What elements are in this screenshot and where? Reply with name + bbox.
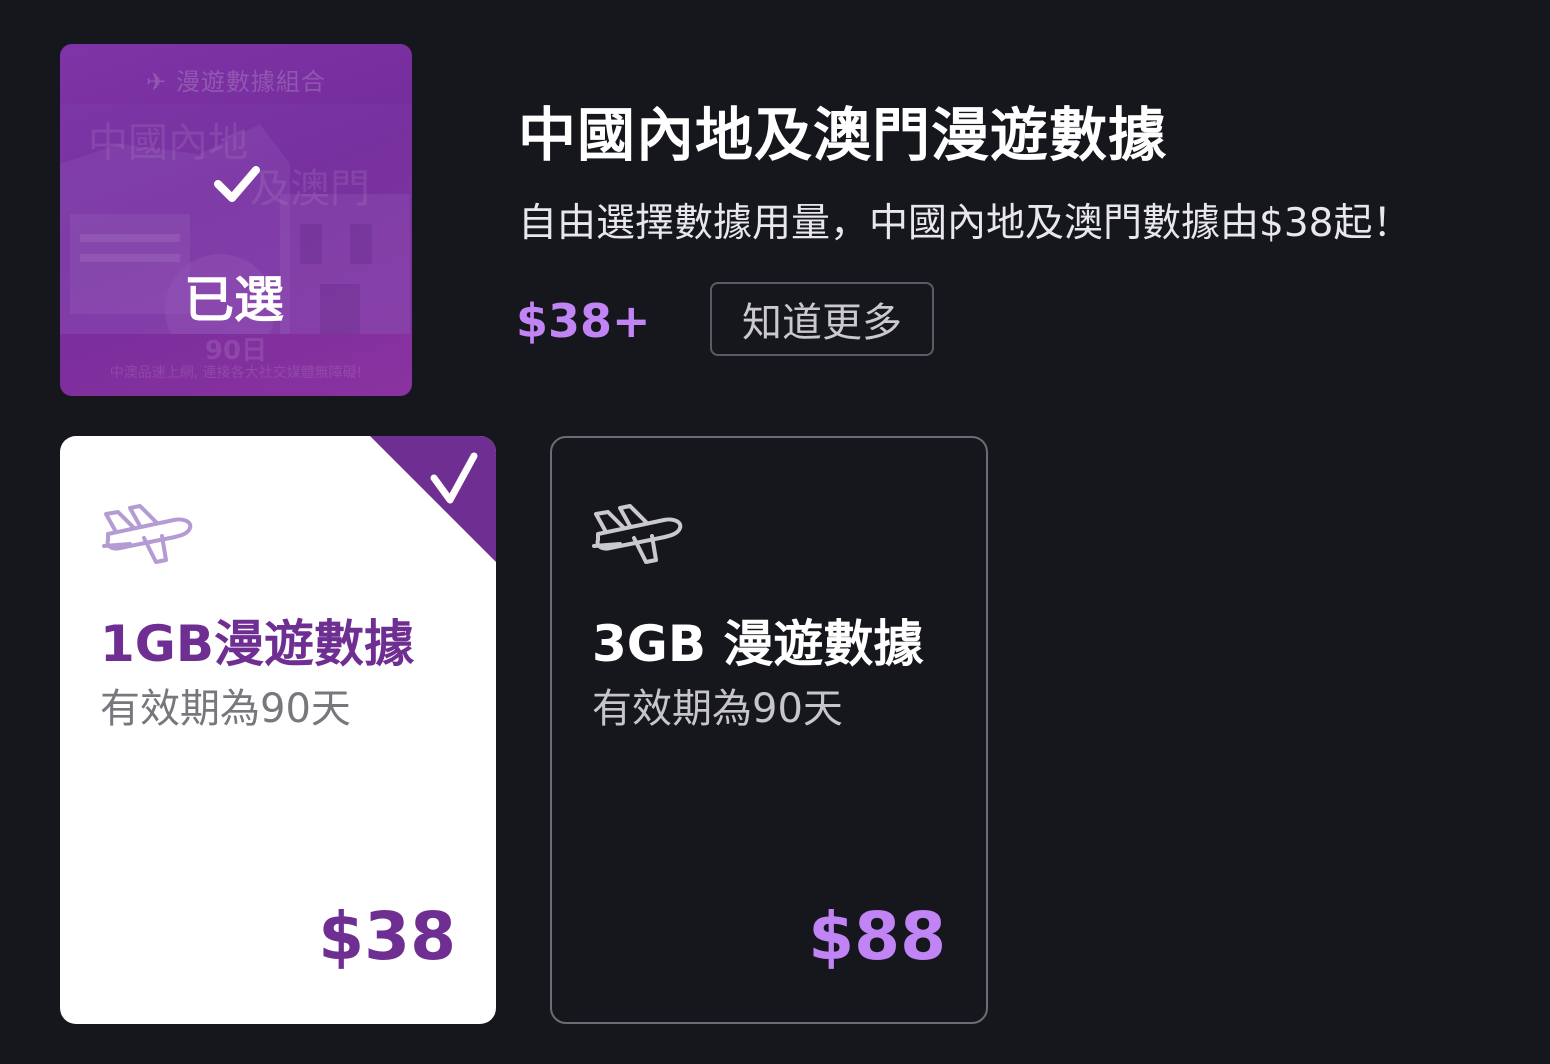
product-title: 中國內地及澳門漫遊數據	[518, 101, 1168, 169]
product-price-from: $38+	[516, 294, 651, 348]
airplane-icon	[102, 504, 193, 564]
plan-card-1gb[interactable]: 1GB漫遊數據 有效期為90天 $38	[60, 436, 496, 1024]
airplane-icon	[592, 504, 683, 564]
plan-name: 3GB 漫遊數據	[592, 615, 924, 673]
selected-corner-tab	[370, 436, 496, 562]
checkmark-icon	[214, 166, 260, 202]
learn-more-button[interactable]: 知道更多	[710, 282, 934, 356]
plan-validity: 有效期為90天	[592, 686, 843, 732]
plan-card-3gb[interactable]: 3GB 漫遊數據 有效期為90天 $88	[550, 436, 988, 1024]
plan-name: 1GB漫遊數據	[100, 615, 414, 673]
plan-price: $38	[318, 898, 456, 975]
selected-label: 已選	[184, 271, 284, 329]
product-description: 自由選擇數據用量，中國內地及澳門數據由$38起！	[518, 201, 1412, 246]
plan-price: $88	[808, 898, 946, 975]
plan-selection-page: ✈ 漫遊數據組合 中國內地 及澳門 90日 中澳品速上網, 連接各大社交媒體無障…	[0, 0, 1550, 1064]
selected-overlay	[60, 44, 412, 396]
plan-validity: 有效期為90天	[100, 686, 351, 732]
product-thumbnail[interactable]: ✈ 漫遊數據組合 中國內地 及澳門 90日 中澳品速上網, 連接各大社交媒體無障…	[60, 44, 412, 396]
